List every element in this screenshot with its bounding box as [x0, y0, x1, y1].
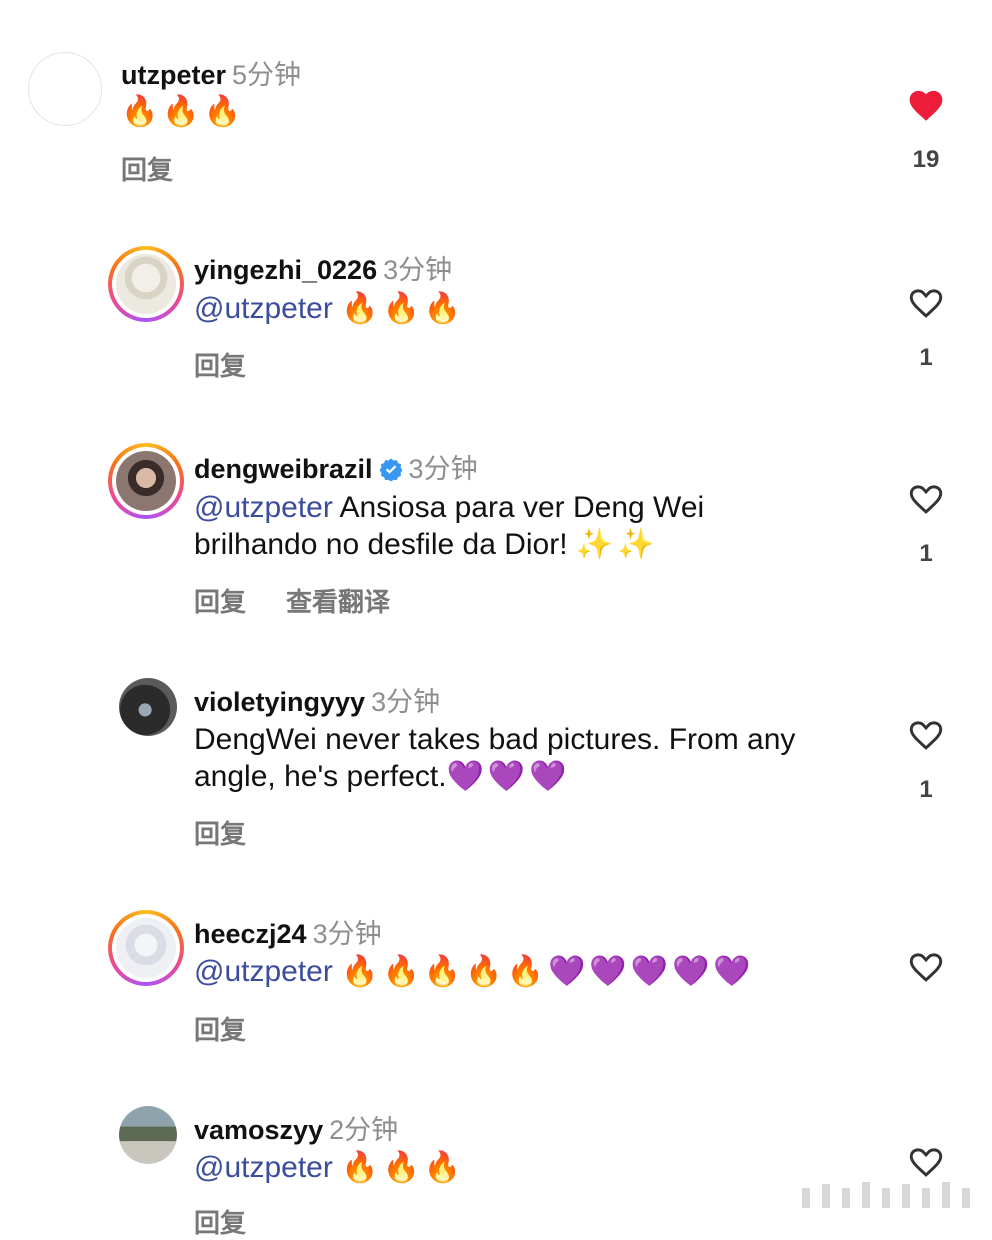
avatar[interactable]: [108, 246, 184, 322]
comment-text: @utzpeter 🔥🔥🔥: [194, 1149, 465, 1186]
like-button[interactable]: [906, 948, 946, 984]
avatar[interactable]: [28, 52, 102, 126]
comment-header: violetyingyyy 3分钟: [194, 680, 440, 719]
comment-text: @utzpeter Ansiosa para ver Deng Wei bril…: [194, 489, 834, 563]
comment-body-line1: Ansiosa para ver Deng Wei: [339, 491, 705, 524]
comment-text: 🔥🔥🔥: [121, 93, 245, 130]
comment-actions: 回复: [194, 346, 246, 383]
comment-header: dengweibrazil 3分钟: [194, 447, 478, 486]
comment-emoji: ✨✨: [575, 527, 659, 562]
timestamp: 3分钟: [408, 454, 478, 484]
like-count: 1: [919, 540, 933, 567]
heart-icon: [909, 721, 943, 750]
reply-button[interactable]: 回复: [194, 1015, 246, 1045]
avatar[interactable]: [108, 443, 184, 519]
timestamp: 3分钟: [312, 919, 382, 949]
heart-icon: [909, 1148, 943, 1177]
reply-button[interactable]: 回复: [194, 819, 246, 849]
reply-button[interactable]: 回复: [194, 351, 246, 381]
comment-header: vamoszyy 2分钟: [194, 1108, 398, 1147]
watermark-logo: [802, 1182, 970, 1208]
username[interactable]: dengweibrazil: [194, 454, 373, 484]
username[interactable]: vamoszyy: [194, 1115, 323, 1145]
verified-badge-icon: [378, 458, 403, 481]
username[interactable]: violetyingyyy: [194, 687, 365, 717]
comment-text: DengWei never takes bad pictures. From a…: [194, 721, 894, 795]
avatar[interactable]: [108, 910, 184, 986]
like-button[interactable]: [906, 86, 946, 122]
avatar[interactable]: [119, 678, 177, 736]
comment-emoji: 🔥🔥🔥🔥🔥💜💜💜💜💜: [341, 954, 755, 989]
heart-filled-icon: [909, 90, 943, 121]
like-button[interactable]: [906, 716, 946, 752]
reply-button[interactable]: 回复: [194, 587, 246, 617]
timestamp: 5分钟: [232, 60, 302, 90]
comment-actions: 回复: [194, 814, 246, 851]
username[interactable]: heeczj24: [194, 919, 307, 949]
avatar[interactable]: [119, 1106, 177, 1164]
timestamp: 2分钟: [329, 1115, 399, 1145]
comment-emoji: 🔥🔥🔥: [121, 94, 246, 129]
like-count: 19: [912, 146, 940, 173]
mention-link[interactable]: @utzpeter: [194, 1151, 333, 1184]
comment-actions: 回复: [194, 1203, 246, 1240]
comment-emoji: 🔥🔥🔥: [341, 1150, 466, 1185]
username[interactable]: utzpeter: [121, 60, 226, 90]
comment-emoji: 🔥🔥🔥: [341, 291, 466, 326]
comment-actions: 回复: [121, 150, 173, 187]
heart-icon: [909, 485, 943, 514]
see-translation-button[interactable]: 查看翻译: [286, 587, 390, 617]
mention-link[interactable]: @utzpeter: [194, 955, 333, 988]
reply-button[interactable]: 回复: [194, 1208, 246, 1238]
timestamp: 3分钟: [371, 687, 441, 717]
comment-actions: 回复 查看翻译: [194, 582, 390, 619]
like-button[interactable]: [906, 1143, 946, 1179]
comment-header: utzpeter 5分钟: [121, 53, 301, 92]
heart-icon: [909, 289, 943, 318]
timestamp: 3分钟: [383, 255, 453, 285]
username[interactable]: yingezhi_0226: [194, 255, 377, 285]
like-count: 1: [919, 776, 933, 803]
reply-button[interactable]: 回复: [121, 155, 173, 185]
mention-link[interactable]: @utzpeter: [194, 292, 333, 325]
heart-icon: [909, 953, 943, 982]
comment-body-line1: DengWei never takes bad pictures. From a…: [194, 723, 796, 756]
comment-header: heeczj24 3分钟: [194, 912, 382, 951]
comment-text: @utzpeter 🔥🔥🔥: [194, 290, 465, 327]
comment-emoji: 💜💜💜: [446, 759, 571, 794]
comment-body-line2: brilhando no desfile da Dior!: [194, 528, 568, 561]
comment-text: @utzpeter 🔥🔥🔥🔥🔥💜💜💜💜💜: [194, 953, 755, 990]
mention-link[interactable]: @utzpeter: [194, 491, 333, 524]
like-button[interactable]: [906, 480, 946, 516]
like-button[interactable]: [906, 284, 946, 320]
like-count: 1: [919, 344, 933, 371]
comment-actions: 回复: [194, 1010, 246, 1047]
comment-body-line2: angle, he's perfect.: [194, 760, 447, 793]
comment-header: yingezhi_0226 3分钟: [194, 248, 452, 287]
